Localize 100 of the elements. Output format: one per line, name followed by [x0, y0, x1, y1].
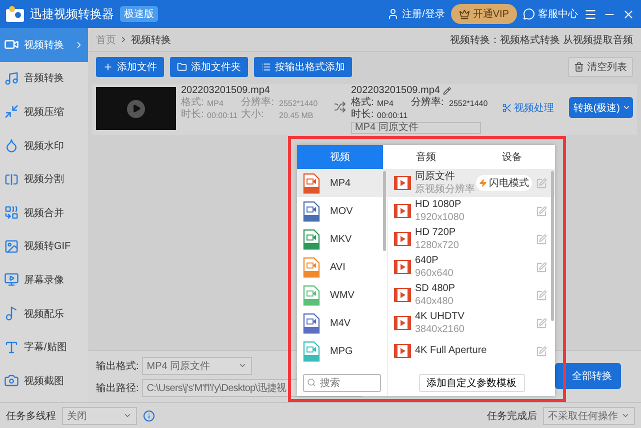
- edit-icon[interactable]: [536, 318, 547, 328]
- sidebar-item[interactable]: 视频合并: [0, 196, 88, 230]
- preset-resolution: 1920x1080: [415, 212, 464, 224]
- film-icon: [394, 176, 411, 190]
- convert-button[interactable]: 转换(极速): [569, 97, 633, 118]
- preset-name: 4K Full Aperture: [415, 345, 487, 357]
- sidebar-item[interactable]: 视频转换: [0, 28, 88, 62]
- format-label: 格式:: [181, 97, 205, 108]
- app-logo-icon: [6, 6, 24, 22]
- login-link[interactable]: 注册/登录: [387, 7, 445, 21]
- pencil-icon[interactable]: [442, 87, 451, 95]
- search-field[interactable]: 搜索: [303, 374, 381, 392]
- film-icon: [394, 204, 411, 218]
- threads-select[interactable]: 关闭: [62, 406, 137, 424]
- resolution-value: 2552*1440: [449, 98, 489, 108]
- edit-icon[interactable]: [536, 178, 547, 188]
- preset-resolution: 原视频分辨率: [415, 184, 475, 196]
- page-hint: 视频转换：视频格式转换 从视频提取音频: [450, 34, 633, 46]
- sidebar-item[interactable]: 音频转换: [0, 62, 88, 96]
- caret-icon: [621, 411, 630, 420]
- camera-icon: [4, 373, 19, 388]
- after-task-select[interactable]: 不采取任何操作: [543, 406, 635, 424]
- support-link[interactable]: 客服中心: [523, 7, 578, 21]
- preset-name: 640P: [415, 254, 438, 266]
- output-format-select[interactable]: MP4 同原文件: [142, 356, 252, 374]
- threads-label: 任务多线程: [6, 410, 56, 422]
- duration-label: 时长:: [181, 109, 205, 121]
- close-icon[interactable]: [622, 8, 635, 20]
- scrollbar-thumb[interactable]: [551, 171, 554, 321]
- menu-icon[interactable]: [584, 8, 597, 20]
- clear-list-button[interactable]: 清空列表: [568, 57, 633, 77]
- preset-name: HD 720P: [415, 226, 456, 238]
- sidebar-item[interactable]: 字幕/贴图: [0, 330, 88, 364]
- format-value: MP4: [377, 98, 394, 108]
- convert-all-button[interactable]: 全部转换: [555, 363, 621, 389]
- caret-icon: [238, 361, 247, 370]
- breadcrumb-current: 视频转换: [131, 34, 171, 46]
- crown-icon: [458, 8, 470, 20]
- info-icon[interactable]: [143, 410, 155, 422]
- monitor-icon: [4, 272, 19, 288]
- music-note-icon: [4, 70, 19, 86]
- format-tab[interactable]: 设备: [469, 145, 555, 169]
- toolbar-button[interactable]: 按输出格式添加: [254, 57, 352, 77]
- preset-name: HD 1080P: [415, 198, 462, 210]
- film-icon: [394, 260, 411, 274]
- format-label: 格式:: [351, 97, 375, 108]
- size-label: 大小:: [241, 109, 265, 121]
- edit-icon[interactable]: [536, 234, 547, 244]
- vip-button[interactable]: 开通VIP: [450, 4, 517, 24]
- sidebar-item[interactable]: 视频水印: [0, 128, 88, 162]
- user-icon: [387, 8, 400, 20]
- edit-icon[interactable]: [536, 262, 547, 272]
- compress-arrows-icon: [4, 104, 19, 120]
- shuffle-icon: [334, 101, 346, 113]
- sidebar-item[interactable]: 视频压缩: [0, 95, 88, 129]
- duration-value: 00:00:11: [377, 110, 409, 120]
- preset-name: 4K UHDTV: [415, 310, 464, 322]
- scissors-icon: [502, 103, 512, 113]
- output-preset-select[interactable]: MP4 同原文件: [351, 122, 481, 134]
- list-icon: [261, 62, 271, 72]
- resolution-value: 2552*1440: [279, 98, 319, 108]
- search-icon: [307, 378, 316, 387]
- folder-icon: [177, 62, 187, 72]
- sidebar-item[interactable]: 视频截图: [0, 364, 88, 398]
- edit-icon[interactable]: [536, 290, 547, 300]
- image-icon: [4, 238, 19, 254]
- preset-name: 同原文件: [415, 170, 455, 182]
- output-format-label: 输出格式:: [96, 360, 139, 372]
- duration-label: 时长:: [351, 109, 375, 121]
- caret-icon: [123, 411, 132, 420]
- preset-resolution: 1280x720: [415, 240, 459, 252]
- sidebar-item[interactable]: 视频转GIF: [0, 230, 88, 264]
- sidebar-item[interactable]: 视频配乐: [0, 296, 88, 330]
- film-icon: [394, 232, 411, 246]
- format-tab[interactable]: 视频: [297, 145, 383, 169]
- preset-item[interactable]: 同原文件 原视频分辨率 闪电模式: [388, 169, 555, 197]
- edit-icon[interactable]: [536, 206, 547, 216]
- preset-resolution: 3840x2160: [415, 324, 464, 336]
- scrollbar-thumb[interactable]: [383, 171, 386, 251]
- sidebar-item[interactable]: 视频分割: [0, 162, 88, 196]
- trash-icon: [574, 62, 584, 72]
- toolbar-button[interactable]: 添加文件: [96, 57, 164, 77]
- toolbar-button[interactable]: 添加文件夹: [170, 57, 248, 77]
- edit-icon[interactable]: [536, 346, 547, 356]
- output-path-label: 输出路径:: [96, 382, 139, 394]
- sidebar-item[interactable]: 屏幕录像: [0, 263, 88, 297]
- resolution-label: 分辨率:: [411, 97, 445, 109]
- after-task-label: 任务完成后: [487, 410, 537, 422]
- plus-icon: [103, 62, 113, 72]
- droplet-icon: [4, 138, 19, 154]
- format-item[interactable]: MP4: [297, 169, 387, 197]
- chevron-icon: [119, 35, 128, 44]
- add-template-button[interactable]: 添加自定义参数模板: [418, 374, 524, 392]
- caret-icon: [622, 103, 631, 112]
- merge-icon: [4, 205, 19, 220]
- split-icon: [4, 172, 19, 187]
- play-icon[interactable]: [127, 100, 145, 118]
- lightning-mode-badge: 闪电模式: [476, 175, 532, 191]
- format-value: MP4: [207, 98, 224, 108]
- film-icon: [394, 316, 411, 330]
